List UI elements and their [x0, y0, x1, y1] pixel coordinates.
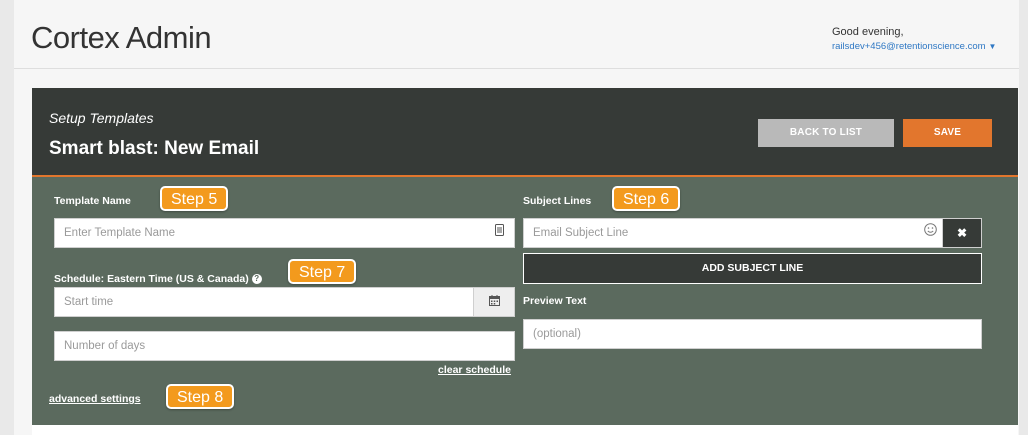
back-to-list-button[interactable]: BACK TO LIST [758, 119, 894, 147]
start-time-input[interactable]: Start time [54, 287, 515, 317]
remove-subject-line-button[interactable]: ✖ [942, 218, 982, 248]
advanced-settings-link[interactable]: advanced settings [49, 393, 141, 405]
start-time-placeholder: Start time [64, 296, 114, 308]
add-subject-line-button[interactable]: ADD SUBJECT LINE [523, 253, 982, 284]
template-setup-panel: Setup Templates Smart blast: New Email B… [32, 88, 1018, 435]
subject-line-input[interactable]: Email Subject Line [523, 218, 946, 248]
title-prefix: Smart blast: [49, 138, 159, 159]
user-email: railsdev+456@retentionscience.com [832, 41, 986, 52]
panel-footer [32, 425, 1018, 435]
close-icon: ✖ [956, 226, 968, 240]
number-of-days-placeholder: Number of days [64, 340, 146, 352]
subject-lines-label: Subject Lines [523, 195, 592, 207]
title-name: New Email [164, 138, 260, 159]
number-of-days-input[interactable]: Number of days [54, 331, 515, 361]
preview-text-input[interactable]: (optional) [523, 319, 982, 349]
app-title: Cortex Admin [31, 20, 212, 55]
save-button[interactable]: SAVE [903, 119, 992, 147]
step-7-badge: Step 7 [288, 259, 357, 284]
user-menu[interactable]: railsdev+456@retentionscience.com ▼ [832, 41, 996, 52]
caret-down-icon: ▼ [988, 42, 997, 51]
preview-text-placeholder: (optional) [533, 328, 581, 340]
section-label: Setup Templates [49, 110, 154, 126]
document-icon [484, 219, 514, 247]
smiley-icon[interactable] [915, 219, 945, 247]
template-name-placeholder: Enter Template Name [64, 227, 176, 239]
step-6-badge: Step 6 [612, 186, 681, 211]
preview-text-label: Preview Text [523, 295, 587, 307]
page-title: Smart blast: New Email [49, 138, 259, 160]
subject-line-placeholder: Email Subject Line [533, 227, 629, 239]
template-name-input[interactable]: Enter Template Name [54, 218, 515, 248]
schedule-label: Schedule: Eastern Time (US & Canada)? [54, 273, 262, 285]
clear-schedule-link[interactable]: clear schedule [438, 364, 511, 376]
step-5-badge: Step 5 [160, 186, 229, 211]
template-name-label: Template Name [54, 195, 131, 207]
top-bar: Cortex Admin Good evening, railsdev+456@… [14, 0, 1019, 69]
help-icon[interactable]: ? [251, 274, 262, 285]
panel-header: Setup Templates Smart blast: New Email B… [32, 88, 1018, 177]
greeting-text: Good evening, [832, 26, 904, 38]
admin-app: Cortex Admin Good evening, railsdev+456@… [14, 0, 1019, 435]
calendar-icon[interactable] [473, 288, 514, 316]
schedule-label-text: Schedule: Eastern Time (US & Canada) [54, 273, 249, 285]
step-8-badge: Step 8 [166, 384, 235, 409]
